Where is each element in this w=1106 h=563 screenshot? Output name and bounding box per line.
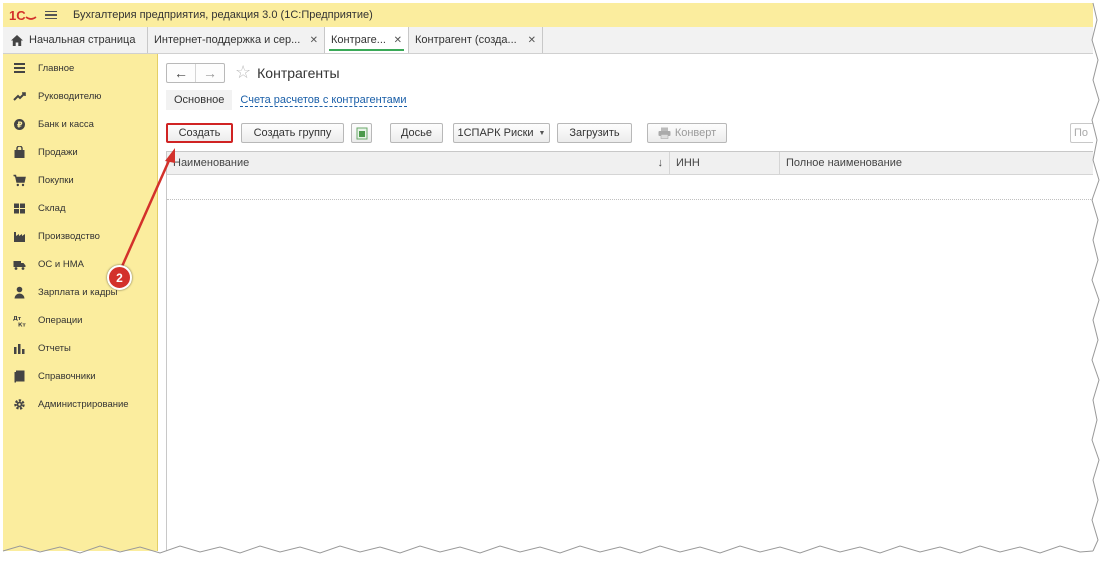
column-label: Полное наименование: [786, 157, 902, 169]
app-window: 1С Бухгалтерия предприятия, редакция 3.0…: [3, 3, 1093, 551]
create-group-button[interactable]: Создать группу: [241, 123, 344, 143]
table-row[interactable]: [167, 175, 1093, 200]
search-input[interactable]: По: [1070, 123, 1093, 143]
column-name[interactable]: Наименование ↓: [167, 152, 670, 174]
tab-label: Интернет-поддержка и сер...: [154, 34, 301, 46]
spreadsheet-icon: [356, 127, 367, 139]
sidebar-item-reports[interactable]: Отчеты: [3, 334, 157, 362]
dossier-button[interactable]: Досье: [390, 123, 443, 143]
dt-kt-icon: ДтКт: [13, 316, 26, 327]
sidebar-item-label: Операции: [38, 314, 83, 326]
sort-arrow-icon: ↓: [657, 157, 664, 169]
column-full-name[interactable]: Полное наименование: [780, 152, 1093, 174]
factory-icon: [14, 231, 25, 242]
home-icon: [11, 34, 23, 46]
sidebar-item-label: Справочники: [38, 370, 96, 382]
favorite-star-icon[interactable]: ☆: [235, 62, 251, 83]
sidebar-item-label: Производство: [38, 230, 100, 242]
tab-bar: Начальная страница Интернет-поддержка и …: [3, 27, 1093, 54]
create-button[interactable]: Создать: [166, 123, 233, 143]
sidebar-item-purchases[interactable]: Покупки: [3, 166, 157, 194]
window-title: Бухгалтерия предприятия, редакция 3.0 (1…: [73, 9, 373, 21]
sidebar-item-bank[interactable]: ₽ Банк и касса: [3, 110, 157, 138]
spark-risks-button[interactable]: 1СПАРК Риски ▼: [453, 123, 550, 143]
table-header: Наименование ↓ ИНН Полное наименование: [167, 152, 1093, 175]
column-label: ИНН: [676, 157, 700, 169]
sidebar-item-warehouse[interactable]: Склад: [3, 194, 157, 222]
sidebar: Главное Руководителю ₽ Банк и касса Прод…: [3, 54, 158, 551]
excel-load-button[interactable]: [351, 123, 372, 143]
sidebar-item-manager[interactable]: Руководителю: [3, 82, 157, 110]
coin-icon: ₽: [14, 118, 25, 130]
tab-label: Контрагент (созда...: [415, 34, 517, 46]
column-inn[interactable]: ИНН: [670, 152, 780, 174]
tab-label: Контраге...: [331, 34, 386, 46]
printer-icon: [658, 127, 671, 139]
forward-button[interactable]: →: [195, 63, 224, 82]
list-icon: [14, 62, 25, 73]
sidebar-item-label: Банк и касса: [38, 118, 94, 130]
sidebar-item-label: Продажи: [38, 146, 78, 158]
trend-icon: [13, 91, 26, 101]
bar-chart-icon: [14, 343, 25, 354]
tab-counterparty-create[interactable]: Контрагент (созда... ✕: [409, 27, 543, 53]
form-subtabs: Основное Счета расчетов с контрагентами: [166, 90, 407, 110]
page-title: Контрагенты: [257, 64, 340, 81]
subtab-main[interactable]: Основное: [166, 90, 233, 110]
close-icon[interactable]: ✕: [522, 35, 536, 46]
1c-logo: 1С: [9, 8, 37, 22]
sidebar-item-references[interactable]: Справочники: [3, 362, 157, 390]
svg-text:1С: 1С: [9, 8, 26, 22]
sidebar-item-label: Склад: [38, 202, 66, 214]
envelope-label: Конверт: [674, 127, 717, 139]
gear-icon: [14, 398, 25, 410]
svg-text:₽: ₽: [17, 120, 23, 129]
sidebar-item-label: Отчеты: [38, 342, 71, 354]
sidebar-item-operations[interactable]: Дт Кт Операции: [3, 306, 157, 334]
envelope-button[interactable]: Конверт: [647, 123, 727, 143]
sidebar-item-label: Руководителю: [38, 90, 102, 102]
main-content: ← → ☆ Контрагенты Основное Счета расчето…: [158, 54, 1093, 551]
back-button[interactable]: ←: [167, 64, 195, 82]
sidebar-item-salary[interactable]: Зарплата и кадры: [3, 278, 157, 306]
warehouse-icon: [14, 203, 25, 213]
tab-home[interactable]: Начальная страница: [3, 27, 148, 53]
tab-internet-support[interactable]: Интернет-поддержка и сер... ✕: [148, 27, 325, 53]
sidebar-item-label: Администрирование: [38, 398, 129, 410]
svg-text:Дт: Дт: [13, 316, 22, 322]
sidebar-item-production[interactable]: Производство: [3, 222, 157, 250]
person-icon: [14, 286, 25, 298]
bag-icon: [14, 145, 25, 158]
truck-icon: [13, 260, 26, 270]
main-menu-icon[interactable]: [45, 10, 57, 20]
tab-label: Начальная страница: [29, 34, 136, 46]
dropdown-arrow-icon: ▼: [538, 129, 546, 137]
sidebar-item-main[interactable]: Главное: [3, 54, 157, 82]
sidebar-item-label: Главное: [38, 62, 75, 74]
sidebar-item-sales[interactable]: Продажи: [3, 138, 157, 166]
nav-buttons: ← →: [166, 62, 225, 83]
load-button[interactable]: Загрузить: [557, 123, 632, 143]
toolbar: Создать Создать группу Досье 1СПАРК Риск…: [166, 123, 1093, 145]
counterparties-table: Наименование ↓ ИНН Полное наименование: [166, 151, 1093, 551]
sidebar-item-label: ОС и НМА: [38, 258, 84, 270]
sidebar-item-label: Зарплата и кадры: [38, 286, 118, 298]
annotation-badge: 2: [107, 265, 132, 290]
close-icon[interactable]: ✕: [388, 35, 402, 46]
form-header: ← → ☆ Контрагенты: [166, 62, 340, 83]
cart-icon: [13, 174, 26, 186]
subtab-accounts-link[interactable]: Счета расчетов с контрагентами: [240, 94, 407, 107]
column-label: Наименование: [173, 157, 250, 169]
tab-counterparties[interactable]: Контраге... ✕: [325, 27, 409, 53]
spark-risks-label: 1СПАРК Риски: [457, 127, 534, 139]
title-bar: 1С Бухгалтерия предприятия, редакция 3.0…: [3, 3, 1093, 27]
book-icon: [14, 370, 25, 382]
sidebar-item-label: Покупки: [38, 174, 74, 186]
close-icon[interactable]: ✕: [304, 35, 318, 46]
svg-text:Кт: Кт: [18, 322, 26, 327]
sidebar-item-fixed-assets[interactable]: ОС и НМА: [3, 250, 157, 278]
sidebar-item-administration[interactable]: Администрирование: [3, 390, 157, 418]
